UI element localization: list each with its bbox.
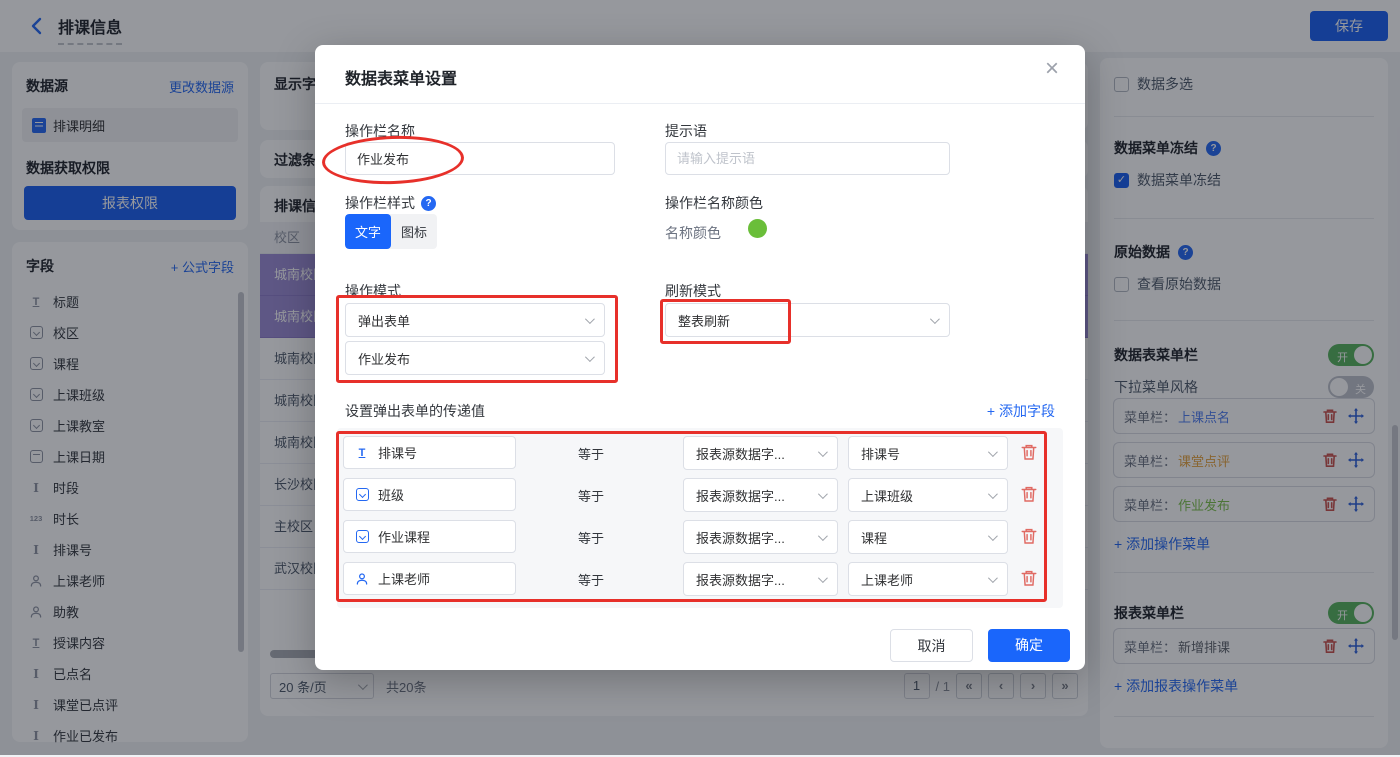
chevron-down-icon [584, 313, 595, 324]
value-select[interactable]: 上课老师 [848, 562, 1008, 596]
add-field-link[interactable]: + 添加字段 [987, 401, 1055, 421]
pass-value-label: 设置弹出表单的传递值 [345, 403, 485, 419]
pass-value-panel: T 排课号 等于 报表源数据字... 排课号 班级 等于 报表源数据字... 上课… [337, 428, 1063, 608]
trash-icon[interactable] [1020, 485, 1038, 503]
text-field-icon: T [358, 446, 366, 459]
chevron-down-icon [987, 572, 998, 583]
equals-label: 等于 [578, 573, 605, 588]
action-style-label: 操作栏样式 ? [345, 193, 436, 213]
divider [315, 103, 1085, 104]
form-field-input[interactable]: 上课老师 [343, 562, 516, 595]
person-icon [354, 572, 370, 586]
select-field-icon [354, 530, 370, 543]
help-icon[interactable]: ? [421, 195, 436, 211]
action-target-select[interactable]: 作业发布 [345, 341, 605, 375]
color-swatch[interactable] [748, 219, 767, 238]
action-style-segmented: 文字 图标 [345, 214, 437, 249]
refresh-mode-label: 刷新模式 [665, 283, 721, 299]
data-table-menu-modal: 数据表菜单设置 × 操作栏名称 提示语 操作栏样式 ? 文字 图标 操作栏名称颜… [315, 45, 1085, 670]
form-field-input[interactable]: T 排课号 [343, 436, 516, 469]
source-select[interactable]: 报表源数据字... [683, 520, 838, 554]
action-name-label: 操作栏名称 [345, 123, 415, 139]
refresh-mode-select[interactable]: 整表刷新 [665, 303, 950, 337]
equals-label: 等于 [578, 531, 605, 546]
style-icon-button[interactable]: 图标 [391, 214, 437, 249]
source-select[interactable]: 报表源数据字... [683, 562, 838, 596]
chevron-down-icon [817, 446, 828, 457]
value-select[interactable]: 排课号 [848, 436, 1008, 470]
tip-input[interactable] [665, 142, 950, 175]
select-field-icon [354, 488, 370, 501]
equals-label: 等于 [578, 489, 605, 504]
value-select[interactable]: 课程 [848, 520, 1008, 554]
source-select[interactable]: 报表源数据字... [683, 478, 838, 512]
source-select[interactable]: 报表源数据字... [683, 436, 838, 470]
form-field-input[interactable]: 班级 [343, 478, 516, 511]
style-text-button[interactable]: 文字 [345, 214, 391, 249]
chevron-down-icon [817, 572, 828, 583]
chevron-down-icon [929, 313, 940, 324]
form-field-input[interactable]: 作业课程 [343, 520, 516, 553]
trash-icon[interactable] [1020, 569, 1038, 587]
chevron-down-icon [817, 530, 828, 541]
trash-icon[interactable] [1020, 527, 1038, 545]
tip-label: 提示语 [665, 123, 707, 139]
trash-icon[interactable] [1020, 443, 1038, 461]
chevron-down-icon [987, 530, 998, 541]
cancel-button[interactable]: 取消 [890, 629, 973, 662]
pass-value-row: 班级 等于 报表源数据字... 上课班级 [337, 478, 1063, 512]
action-mode-label: 操作模式 [345, 283, 401, 299]
equals-label: 等于 [578, 447, 605, 462]
pass-value-row: 上课老师 等于 报表源数据字... 上课老师 [337, 562, 1063, 596]
name-color-label: 操作栏名称颜色 [665, 195, 763, 211]
close-icon[interactable]: × [1045, 57, 1059, 81]
chevron-down-icon [584, 351, 595, 362]
pass-value-row: T 排课号 等于 报表源数据字... 排课号 [337, 436, 1063, 470]
pass-value-row: 作业课程 等于 报表源数据字... 课程 [337, 520, 1063, 554]
name-color-text: 名称颜色 [665, 225, 721, 241]
chevron-down-icon [817, 488, 828, 499]
modal-title: 数据表菜单设置 [345, 71, 458, 88]
chevron-down-icon [987, 488, 998, 499]
action-name-input[interactable] [345, 142, 615, 175]
value-select[interactable]: 上课班级 [848, 478, 1008, 512]
chevron-down-icon [987, 446, 998, 457]
confirm-button[interactable]: 确定 [988, 629, 1070, 662]
action-mode-select[interactable]: 弹出表单 [345, 303, 605, 337]
